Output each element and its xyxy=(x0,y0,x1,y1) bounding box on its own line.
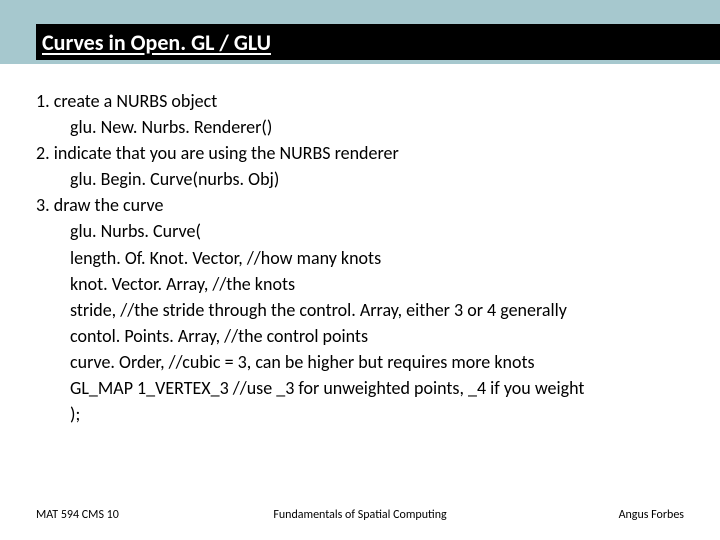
content-line: knot. Vector. Array, //the knots xyxy=(36,271,684,297)
content-line: glu. Nurbs. Curve( xyxy=(36,218,684,244)
content-line: ); xyxy=(36,401,684,427)
footer: MAT 594 CMS 10 Fundamentals of Spatial C… xyxy=(0,508,720,522)
slide-title: Curves in Open. GL / GLU xyxy=(36,29,271,56)
header-band: Curves in Open. GL / GLU xyxy=(0,0,720,64)
content-line: length. Of. Knot. Vector, //how many kno… xyxy=(36,245,684,271)
title-bar: Curves in Open. GL / GLU xyxy=(36,24,720,60)
slide-content: 1. create a NURBS objectglu. New. Nurbs.… xyxy=(0,64,720,427)
content-line: glu. Begin. Curve(nurbs. Obj) xyxy=(36,166,684,192)
footer-right: Angus Forbes xyxy=(468,508,684,522)
content-line: GL_MAP 1_VERTEX_3 //use _3 for unweighte… xyxy=(36,375,684,401)
content-line: 2. indicate that you are using the NURBS… xyxy=(36,140,684,166)
content-line: glu. New. Nurbs. Renderer() xyxy=(36,114,684,140)
content-line: stride, //the stride through the control… xyxy=(36,297,684,323)
content-line: 3. draw the curve xyxy=(36,192,684,218)
content-line: 1. create a NURBS object xyxy=(36,88,684,114)
content-line: curve. Order, //cubic = 3, can be higher… xyxy=(36,349,684,375)
footer-center: Fundamentals of Spatial Computing xyxy=(252,508,468,522)
footer-left: MAT 594 CMS 10 xyxy=(36,508,252,522)
content-line: contol. Points. Array, //the control poi… xyxy=(36,323,684,349)
